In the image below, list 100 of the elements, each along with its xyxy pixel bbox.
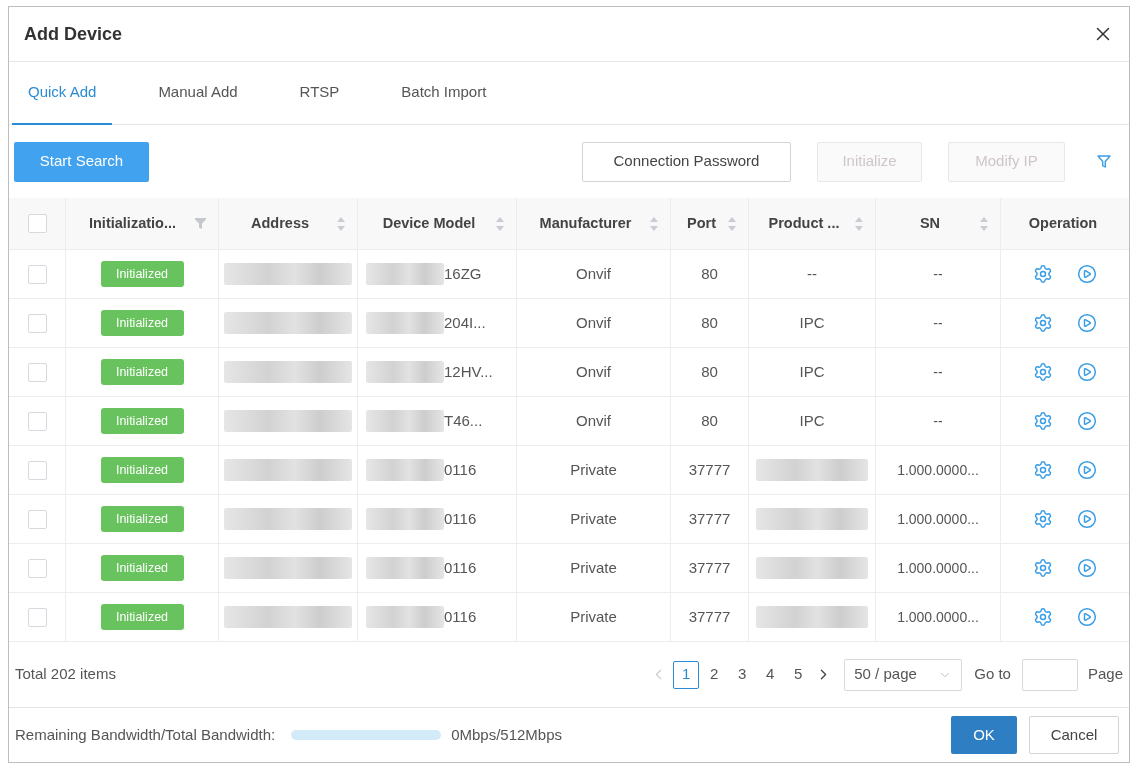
status-tag: Initialized — [100, 310, 184, 336]
filter-icon[interactable] — [195, 218, 206, 229]
checkbox[interactable] — [27, 313, 47, 333]
table-cell-text: Onvif — [576, 312, 611, 333]
table-cell-text: Onvif — [576, 410, 611, 431]
tab[interactable]: Quick Add — [12, 62, 113, 125]
table-cell-text: 12HV... — [444, 361, 493, 382]
table-cell-text: IPC — [799, 312, 825, 333]
table-cell-text: 0116 — [444, 508, 477, 529]
table-cell-text: 80 — [701, 263, 718, 284]
go-to-label: Go to — [974, 664, 1011, 685]
table-cell-text: IPC — [799, 410, 825, 431]
table-cell-text: 37777 — [688, 606, 731, 627]
page-label: Page — [1087, 664, 1123, 685]
play-circle-icon[interactable] — [1077, 509, 1097, 529]
column-header: Address — [250, 213, 310, 233]
sort-icon[interactable] — [980, 216, 988, 231]
checkbox[interactable] — [27, 607, 47, 627]
settings-icon[interactable] — [1033, 264, 1053, 284]
table-cell-text: 0116 — [444, 459, 477, 480]
table-cell-text: 0116 — [444, 557, 477, 578]
play-circle-icon[interactable] — [1077, 313, 1097, 333]
page-size-select[interactable]: 50 / page — [844, 658, 963, 691]
settings-icon[interactable] — [1033, 509, 1053, 529]
dialog-button[interactable]: OK — [951, 716, 1017, 754]
table-cell-text: IPC — [799, 361, 825, 382]
table-cell-text: 37777 — [688, 557, 731, 578]
tab[interactable]: Batch Import — [385, 62, 503, 125]
table-cell-text: Onvif — [576, 361, 611, 382]
checkbox[interactable] — [27, 509, 47, 529]
column-header: Manufacturer — [538, 213, 633, 233]
checkbox[interactable] — [27, 362, 47, 382]
status-tag: Initialized — [100, 604, 184, 630]
page-number[interactable]: 1 — [673, 660, 700, 689]
column-header: Port — [686, 213, 717, 233]
status-tag: Initialized — [100, 457, 184, 483]
status-tag: Initialized — [100, 261, 184, 287]
status-tag: Initialized — [100, 359, 184, 385]
table-cell-text: 1.000.0000... — [897, 607, 979, 627]
sort-icon[interactable] — [728, 216, 736, 231]
settings-icon[interactable] — [1033, 411, 1053, 431]
page-number[interactable]: 2 — [701, 660, 728, 689]
table-cell-text: 80 — [701, 361, 718, 382]
sort-icon[interactable] — [337, 216, 345, 231]
settings-icon[interactable] — [1033, 362, 1053, 382]
settings-icon[interactable] — [1033, 607, 1053, 627]
tab[interactable]: Manual Add — [142, 62, 254, 125]
play-circle-icon[interactable] — [1077, 411, 1097, 431]
column-header: Initializatio... — [88, 213, 177, 233]
tab[interactable]: RTSP — [283, 62, 356, 125]
column-header: Device Model — [381, 213, 477, 233]
settings-icon[interactable] — [1033, 460, 1053, 480]
table-cell-text: 80 — [701, 312, 718, 333]
status-tag: Initialized — [100, 408, 184, 434]
play-circle-icon[interactable] — [1077, 558, 1097, 578]
page-input[interactable] — [1021, 658, 1078, 691]
settings-icon[interactable] — [1033, 313, 1053, 333]
bandwidth-reading: 0Mbps/512Mbps — [451, 724, 563, 745]
table-cell-text: Private — [570, 459, 617, 480]
settings-icon[interactable] — [1033, 558, 1053, 578]
checkbox[interactable] — [27, 411, 47, 431]
table-cell-text: Onvif — [576, 263, 611, 284]
table-cell-text: -- — [933, 411, 943, 431]
status-tag: Initialized — [100, 506, 184, 532]
table-cell-text: 1.000.0000... — [897, 558, 979, 578]
play-circle-icon[interactable] — [1077, 607, 1097, 627]
table-cell-text: 37777 — [688, 459, 731, 480]
bandwidth-label: Remaining Bandwidth/Total Bandwidth: — [15, 724, 276, 745]
checkbox[interactable] — [27, 214, 47, 233]
table-cell-text: -- — [807, 263, 817, 284]
play-circle-icon[interactable] — [1077, 264, 1097, 284]
table-cell-text: -- — [933, 264, 943, 284]
column-header: Product ... — [767, 213, 841, 233]
page-number[interactable]: 4 — [757, 660, 784, 689]
page-number[interactable]: 5 — [785, 660, 812, 689]
column-header: SN — [918, 213, 942, 233]
table-cell-text: Private — [570, 508, 617, 529]
status-tag: Initialized — [100, 555, 184, 581]
checkbox[interactable] — [27, 558, 47, 578]
sort-icon[interactable] — [650, 216, 658, 231]
column-header: Operation — [1027, 213, 1099, 233]
table-cell-text: 204I... — [444, 312, 486, 333]
checkbox[interactable] — [27, 264, 47, 284]
table-cell-text: 16ZG — [444, 263, 482, 284]
sort-icon[interactable] — [855, 216, 863, 231]
table-cell-text: 1.000.0000... — [897, 460, 979, 480]
play-circle-icon[interactable] — [1077, 460, 1097, 480]
sort-icon[interactable] — [496, 216, 504, 231]
table-cell-text: 0116 — [444, 606, 477, 627]
play-circle-icon[interactable] — [1077, 362, 1097, 382]
table-cell-text: 1.000.0000... — [897, 509, 979, 529]
table-cell-text: -- — [933, 362, 943, 382]
total-items: Total 202 items — [15, 664, 116, 685]
filter-icon[interactable] — [1097, 155, 1111, 168]
checkbox[interactable] — [27, 460, 47, 480]
dialog-button[interactable]: Cancel — [1029, 716, 1119, 754]
table-cell-text: Private — [570, 557, 617, 578]
page-number[interactable]: 3 — [729, 660, 756, 689]
table-cell-text: T46... — [444, 410, 483, 431]
toolbar-button[interactable]: Connection Password — [582, 141, 791, 182]
